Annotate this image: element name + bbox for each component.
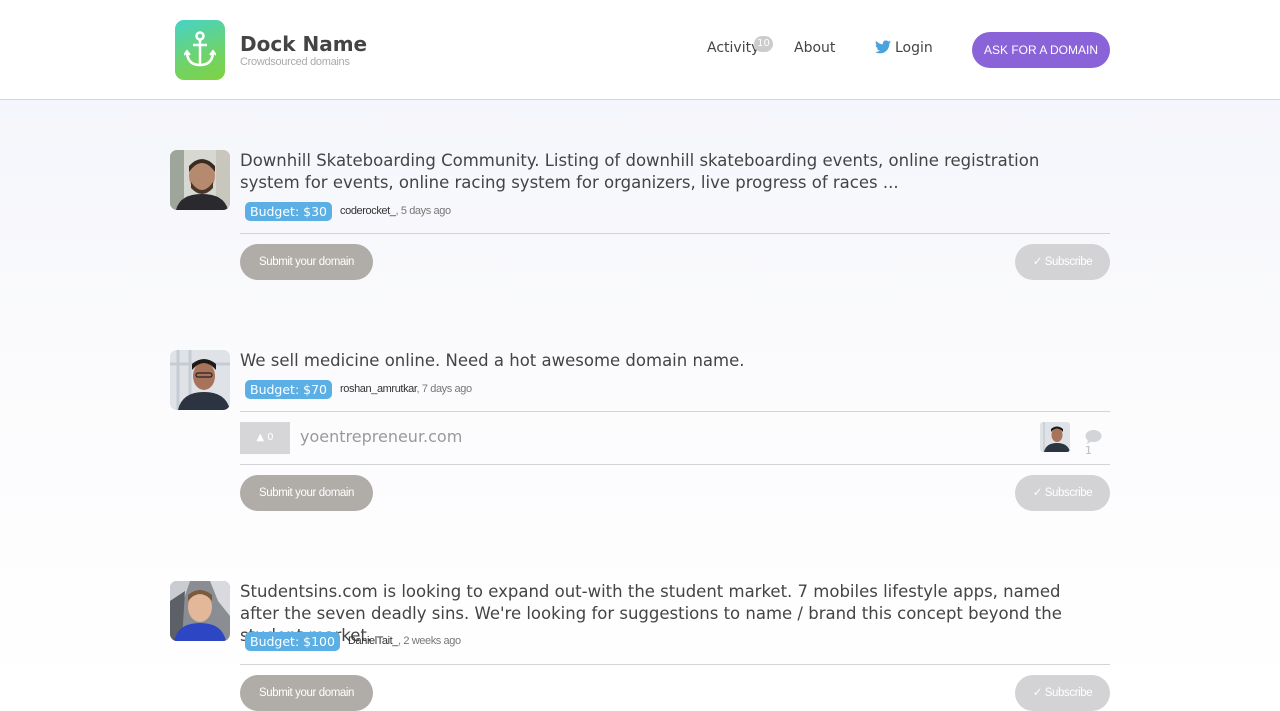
submit-domain-button[interactable]: Submit your domain [240,675,373,711]
avatar[interactable] [170,581,230,641]
nav-about[interactable]: About [794,40,835,56]
twitter-bird-icon[interactable] [875,40,891,54]
brand-tagline: Crowdsourced domains [240,56,350,68]
author-link[interactable]: coderocket_ [340,205,396,217]
divider [240,233,1110,234]
post-description: Downhill Skateboarding Community. Listin… [240,151,1040,192]
author-link[interactable]: DanielTait_ [348,635,398,647]
site-header: Dock Name Crowdsourced domains Activity … [0,0,1280,100]
subscribe-button[interactable]: ✓ Subscribe [1015,475,1110,511]
budget-badge: Budget: $100 [245,632,340,651]
nav-login[interactable]: Login [895,40,933,56]
comment-bubble-icon [1085,430,1102,444]
divider [240,664,1110,665]
divider [240,411,1110,412]
post-time: , 5 days ago [395,205,452,217]
ask-for-domain-button[interactable]: ASK FOR A DOMAIN [972,32,1110,68]
subscribe-button[interactable]: ✓ Subscribe [1015,675,1110,711]
post-meta: DanielTait_, 2 weeks ago [348,635,461,647]
comment-count-value: 1 [1085,444,1092,457]
divider [240,464,1110,465]
post-card: We sell medicine online. Need a hot awes… [170,350,1110,520]
brand-name[interactable]: Dock Name [240,32,367,56]
suggested-domain[interactable]: yoentrepreneur.com [300,427,462,446]
submit-domain-button[interactable]: Submit your domain [240,475,373,511]
nav-activity[interactable]: Activity [707,40,759,56]
logo[interactable] [175,20,225,80]
author-link[interactable]: roshan_amrutkar [340,383,417,395]
post-meta: roshan_amrutkar, 7 days ago [340,383,472,395]
submit-domain-button[interactable]: Submit your domain [240,244,373,280]
post-time: , 7 days ago [416,383,473,395]
avatar[interactable] [170,150,230,210]
post-description: We sell medicine online. Need a hot awes… [240,351,745,370]
budget-badge: Budget: $30 [245,202,333,221]
budget-badge: Budget: $70 [245,380,333,399]
avatar[interactable] [170,350,230,410]
anchor-icon [184,31,216,67]
post-card: Studentsins.com is looking to expand out… [170,581,1110,711]
suggester-avatar[interactable] [1040,422,1070,452]
post-meta: coderocket_, 5 days ago [340,205,451,217]
comment-count[interactable]: 1 [1085,430,1110,457]
subscribe-button[interactable]: ✓ Subscribe [1015,244,1110,280]
upvote-button[interactable]: ▲ 0 [240,422,290,454]
main-content: Downhill Skateboarding Community. Listin… [0,100,1280,711]
post-card: Downhill Skateboarding Community. Listin… [170,150,1110,290]
activity-count-badge: 10 [754,36,773,52]
post-time: , 2 weeks ago [398,635,461,647]
